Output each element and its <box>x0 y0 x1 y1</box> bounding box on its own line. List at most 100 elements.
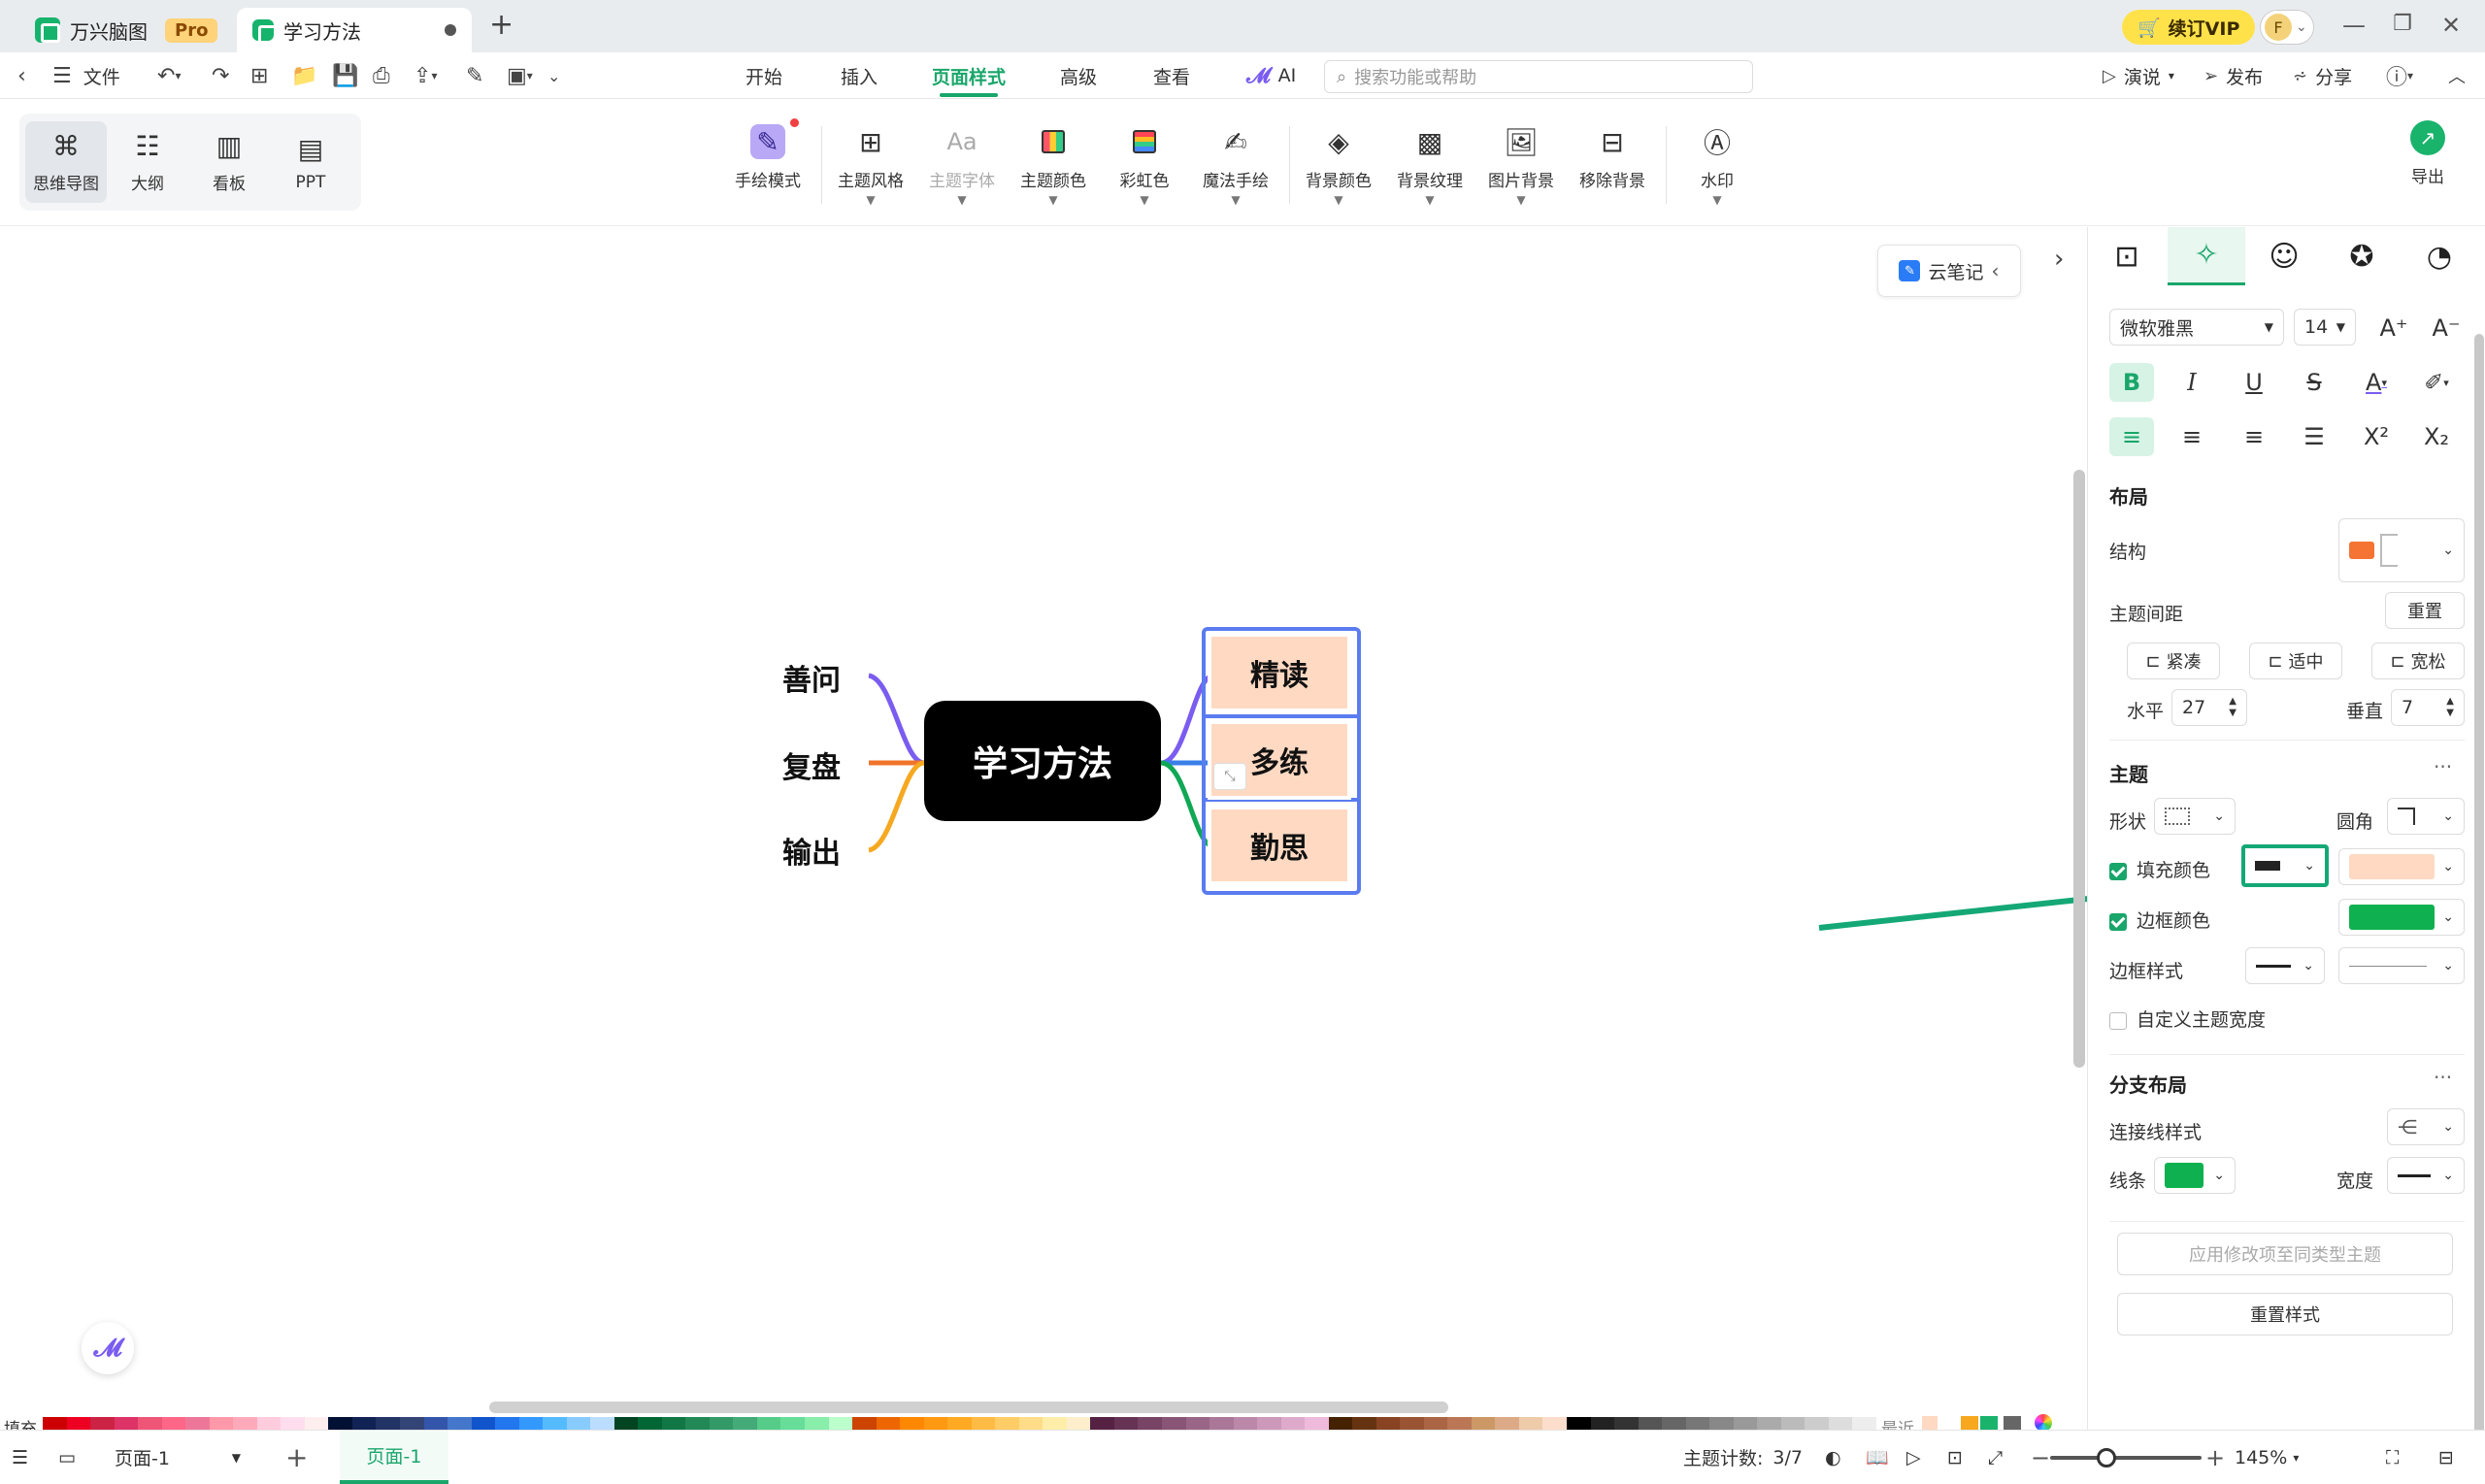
superscript-button[interactable]: X² <box>2354 417 2399 456</box>
border-width-select[interactable]: ⌄ <box>2338 947 2465 984</box>
palette-swatch[interactable] <box>281 1417 305 1431</box>
palette-swatch[interactable] <box>1518 1417 1543 1431</box>
ai-assistant-icon[interactable]: 𝓜 <box>82 1322 134 1374</box>
focus-icon[interactable]: ◐ <box>1825 1431 1841 1484</box>
palette-swatch[interactable] <box>114 1417 139 1431</box>
decrease-font-icon[interactable]: A⁻ <box>2424 309 2468 347</box>
horizontal-stepper[interactable]: 27 ▲ ▼ <box>2171 689 2247 726</box>
palette-swatch[interactable] <box>66 1417 91 1431</box>
topic-more-icon[interactable]: ··· <box>2434 755 2452 778</box>
font-family-select[interactable]: 微软雅黑 ▼ <box>2109 309 2284 346</box>
page-tab[interactable]: 页面-1 <box>340 1431 448 1484</box>
fullscreen-icon[interactable]: ⛶ <box>2386 1431 2399 1484</box>
spacing-compact-button[interactable]: ⊏ 紧凑 <box>2127 643 2220 679</box>
palette-swatch[interactable] <box>1709 1417 1734 1431</box>
palette-swatch[interactable] <box>304 1417 329 1431</box>
zoom-in-icon[interactable]: + <box>2205 1431 2225 1484</box>
resize-handle-icon[interactable]: ⤡ <box>1213 763 1246 790</box>
recent-swatch[interactable] <box>1980 1416 1998 1430</box>
fullscreen-fit-icon[interactable]: ⤢ <box>1988 1431 2003 1484</box>
vertical-scrollbar[interactable] <box>2073 470 2085 1068</box>
palette-swatch[interactable] <box>351 1417 377 1431</box>
add-page-icon[interactable]: + <box>285 1431 308 1484</box>
palette-swatch[interactable] <box>233 1417 257 1431</box>
font-size-select[interactable]: 14 ▼ <box>2294 309 2356 346</box>
palette-swatch[interactable] <box>805 1417 829 1431</box>
palette-swatch[interactable] <box>709 1417 734 1431</box>
fill-color-select[interactable]: ⌄ <box>2338 848 2465 885</box>
palette-swatch[interactable] <box>1138 1417 1162 1431</box>
palette-swatch[interactable] <box>1257 1417 1281 1431</box>
palette-swatch[interactable] <box>543 1417 567 1431</box>
recent-swatch[interactable] <box>1961 1416 1978 1430</box>
palette-swatch[interactable] <box>209 1417 234 1431</box>
palette-swatch[interactable] <box>590 1417 614 1431</box>
palette-swatch[interactable] <box>876 1417 901 1431</box>
topic-shanwen[interactable]: 善问 <box>782 656 841 699</box>
palette-swatch[interactable] <box>1614 1417 1639 1431</box>
zoom-slider-thumb[interactable] <box>2097 1448 2116 1468</box>
reset-style-button[interactable]: 重置样式 <box>2117 1293 2453 1336</box>
border-color-select[interactable]: ⌄ <box>2338 899 2465 936</box>
account-button[interactable]: F ⌄ <box>2260 10 2314 45</box>
branch-more-icon[interactable]: ··· <box>2434 1066 2452 1089</box>
topic-shuchu[interactable]: 输出 <box>782 829 841 872</box>
page-select[interactable]: 页面-1 ▼ <box>105 1431 250 1484</box>
palette-swatch[interactable] <box>1685 1417 1710 1431</box>
palette-swatch[interactable] <box>1066 1417 1091 1431</box>
central-topic[interactable]: 学习方法 <box>924 701 1161 821</box>
palette-swatch[interactable] <box>1495 1417 1519 1431</box>
palette-swatch[interactable] <box>1113 1417 1139 1431</box>
palette-swatch[interactable] <box>685 1417 710 1431</box>
palette-swatch[interactable] <box>1780 1417 1806 1431</box>
palette-swatch[interactable] <box>1018 1417 1044 1431</box>
palette-swatch[interactable] <box>1805 1417 1829 1431</box>
restore-icon[interactable]: ❐ <box>2388 12 2417 36</box>
play-icon[interactable]: ▷ <box>1906 1431 1921 1484</box>
custom-width-checkbox[interactable] <box>2109 1011 2127 1030</box>
zoom-slider-track[interactable] <box>2050 1456 2202 1460</box>
palette-swatch[interactable] <box>1233 1417 1258 1431</box>
zoom-out-icon[interactable]: − <box>2031 1431 2050 1484</box>
palette-swatch[interactable] <box>328 1417 352 1431</box>
panel-scrollbar[interactable] <box>2474 334 2484 1440</box>
palette-swatch[interactable] <box>138 1417 162 1431</box>
palette-swatch[interactable] <box>1209 1417 1234 1431</box>
palette-swatch[interactable] <box>923 1417 948 1431</box>
vertical-stepper[interactable]: 7 ▲ ▼ <box>2391 689 2465 726</box>
panel-tab-theme[interactable]: ✪ <box>2323 227 2401 285</box>
zoom-select[interactable]: 145% ▾ <box>2235 1431 2299 1484</box>
slide-view-icon[interactable]: ▭ <box>58 1431 76 1484</box>
palette-swatch[interactable] <box>1733 1417 1758 1431</box>
topic-qinsi[interactable]: 勤思 <box>1208 806 1351 885</box>
palette-swatch[interactable] <box>1471 1417 1496 1431</box>
palette-swatch[interactable] <box>900 1417 924 1431</box>
palette-swatch[interactable] <box>1352 1417 1376 1431</box>
corner-select[interactable]: ⌄ <box>2387 798 2465 835</box>
palette-swatch[interactable] <box>828 1417 853 1431</box>
align-right-button[interactable]: ≡ <box>2232 417 2276 456</box>
line-color-select[interactable]: ⌄ <box>2154 1157 2236 1194</box>
palette-swatch[interactable] <box>447 1417 472 1431</box>
spacing-reset-button[interactable]: 重置 <box>2385 592 2465 629</box>
palette-swatch[interactable] <box>1662 1417 1686 1431</box>
panel-tab-format[interactable]: ✧ <box>2168 227 2245 285</box>
palette-swatch[interactable] <box>1280 1417 1306 1431</box>
minimize-icon[interactable]: — <box>2339 12 2369 39</box>
palette-swatch[interactable] <box>1447 1417 1472 1431</box>
palette-swatch[interactable] <box>1567 1417 1591 1431</box>
palette-swatch[interactable] <box>90 1417 115 1431</box>
palette-swatch[interactable] <box>1590 1417 1615 1431</box>
palette-swatch[interactable] <box>256 1417 282 1431</box>
font-color-button[interactable]: A ▾ <box>2354 363 2399 402</box>
panel-tab-history[interactable]: ◔ <box>2401 227 2478 285</box>
palette-swatch[interactable] <box>1185 1417 1210 1431</box>
palette-swatch[interactable] <box>1328 1417 1353 1431</box>
palette-swatch[interactable] <box>43 1417 67 1431</box>
border-color-checkbox[interactable] <box>2109 912 2127 931</box>
palette-swatch[interactable] <box>471 1417 496 1431</box>
palette-swatch[interactable] <box>423 1417 448 1431</box>
palette-swatch[interactable] <box>733 1417 757 1431</box>
palette-swatch[interactable] <box>376 1417 400 1431</box>
palette-swatch[interactable] <box>518 1417 544 1431</box>
